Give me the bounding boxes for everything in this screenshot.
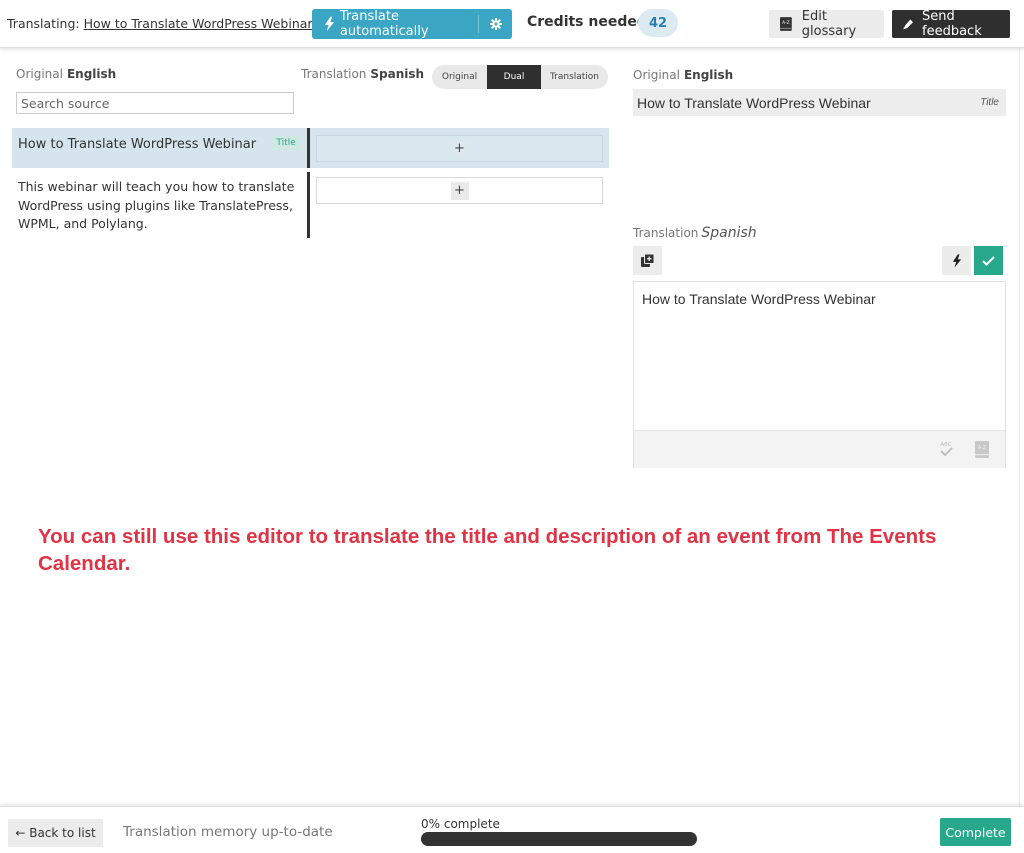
pencil-icon xyxy=(903,18,914,29)
view-mode-original[interactable]: Original xyxy=(432,65,487,89)
translation-editor: How to Translate WordPress Webinar ABC A… xyxy=(633,281,1006,468)
back-to-list-button[interactable]: ← Back to list xyxy=(8,819,103,847)
row-title-tag: Title xyxy=(271,136,301,150)
confirm-translation-button[interactable] xyxy=(974,246,1003,275)
translating-prefix: Translating: xyxy=(7,16,80,31)
editor-translation-language: Spanish xyxy=(701,225,757,241)
complete-button[interactable]: Complete xyxy=(940,818,1011,846)
checkmark-icon xyxy=(982,255,995,266)
row-source-text[interactable]: This webinar will teach you how to trans… xyxy=(18,178,303,234)
svg-text:ABC: ABC xyxy=(940,442,951,448)
translate-automatically-button[interactable]: Translate automatically xyxy=(312,9,512,39)
credits-needed-label: Credits needed xyxy=(527,14,647,30)
editor-translation-label: Translation Spanish xyxy=(633,225,757,241)
translate-automatically-label: Translate automatically xyxy=(339,9,429,39)
send-feedback-button[interactable]: Send feedback xyxy=(892,9,1010,39)
add-translation-button[interactable]: + xyxy=(450,139,469,158)
original-label-text: Original xyxy=(16,67,63,81)
progress-label: 0% complete xyxy=(421,817,500,831)
view-mode-dual[interactable]: Dual xyxy=(487,65,541,89)
translation-language-label: Translation Spanish xyxy=(301,67,424,81)
original-language-name: English xyxy=(66,67,117,81)
editor-footer: ABC A-Z xyxy=(634,430,1005,468)
row-divider xyxy=(307,172,310,238)
svg-text:A-Z: A-Z xyxy=(978,445,987,451)
copy-source-icon xyxy=(641,254,654,267)
view-mode-translation[interactable]: Translation xyxy=(541,65,608,89)
translation-memory-status: Translation memory up-to-date xyxy=(123,824,333,840)
copy-source-button[interactable] xyxy=(633,246,662,275)
translation-textarea[interactable]: How to Translate WordPress Webinar xyxy=(634,282,1005,430)
row-translation-cell[interactable]: + xyxy=(316,135,603,162)
translate-automatically-main[interactable]: Translate automatically xyxy=(312,9,478,39)
editor-translation-label-text: Translation xyxy=(633,226,699,240)
editor-original-tag: Title xyxy=(980,97,999,108)
translation-label-text: Translation xyxy=(301,67,367,81)
add-translation-button[interactable]: + xyxy=(450,181,469,200)
document-title-link[interactable]: How to Translate WordPress Webinar xyxy=(84,16,313,31)
edit-glossary-label: Edit glossary xyxy=(801,9,857,39)
search-source-input[interactable] xyxy=(16,92,294,114)
credits-needed-badge: 42 xyxy=(638,9,678,37)
original-language-label: Original English xyxy=(16,67,116,81)
top-toolbar: Translating: How to Translate WordPress … xyxy=(0,0,1024,48)
translating-info: Translating: How to Translate WordPress … xyxy=(7,16,325,31)
view-mode-toggle: Original Dual Translation xyxy=(432,65,608,89)
row-divider xyxy=(307,128,310,168)
editor-original-text: How to Translate WordPress Webinar xyxy=(637,94,871,111)
auto-translate-string-button[interactable] xyxy=(942,246,971,275)
editor-original-label: Original English xyxy=(633,68,733,82)
translate-settings-button[interactable] xyxy=(479,9,512,39)
glossary-book-icon: A-Z xyxy=(780,17,792,31)
translation-language-name: Spanish xyxy=(370,67,425,81)
send-feedback-label: Send feedback xyxy=(922,9,982,39)
svg-text:A-Z: A-Z xyxy=(782,20,790,26)
gear-icon xyxy=(489,18,502,30)
bottom-bar: ← Back to list Translation memory up-to-… xyxy=(0,806,1024,853)
lightning-bolt-icon xyxy=(952,253,961,268)
row-source-text: How to Translate WordPress Webinar xyxy=(18,137,257,152)
lightning-bolt-icon xyxy=(324,16,335,32)
editor-original-language: English xyxy=(683,68,734,82)
spellcheck-abc-icon[interactable]: ABC xyxy=(937,439,955,459)
row-translation-cell[interactable]: + xyxy=(316,177,603,204)
edit-glossary-button[interactable]: A-Z Edit glossary xyxy=(769,9,884,39)
annotation-text: You can still use this editor to transla… xyxy=(38,525,937,575)
glossary-book-icon[interactable]: A-Z xyxy=(975,441,989,458)
progress-bar xyxy=(421,832,697,846)
panel-border xyxy=(1019,48,1020,808)
editor-original-text-box: How to Translate WordPress Webinar Title xyxy=(633,89,1006,116)
editor-original-label-text: Original xyxy=(633,68,680,82)
